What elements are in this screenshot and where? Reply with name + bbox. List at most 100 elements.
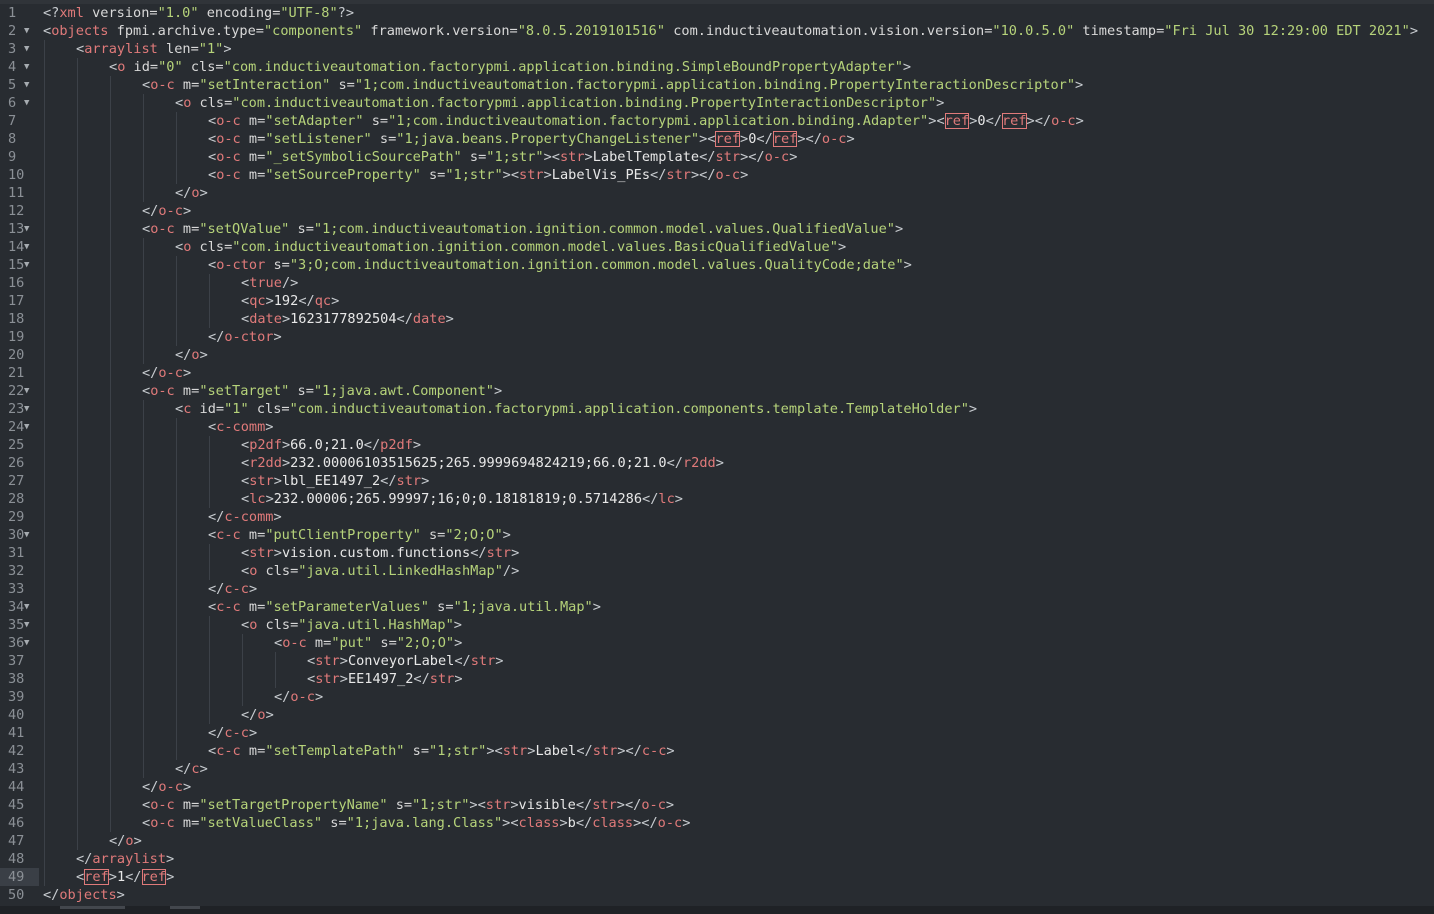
punctuation: > xyxy=(740,131,749,147)
code-line[interactable]: 38 <str>EE1497_2</str> xyxy=(0,670,1434,688)
code-line[interactable]: 7 <o-c m="setAdapter" s="1;com.inductivea… xyxy=(0,112,1434,130)
punctuation: < xyxy=(208,743,217,759)
indent-guide xyxy=(44,76,45,94)
code-line[interactable]: 45 <o-c m="setTargetPropertyName" s="1;st… xyxy=(0,796,1434,814)
triangle-down-icon[interactable]: ▼ xyxy=(24,598,29,616)
triangle-down-icon[interactable]: ▼ xyxy=(24,40,29,58)
indent-guide xyxy=(44,346,45,364)
code-line[interactable]: 24 ▼ <c-comm> xyxy=(0,418,1434,436)
code-line[interactable]: 16 <true/> xyxy=(0,274,1434,292)
string-value: "1;str" xyxy=(445,167,503,183)
tag-name: o xyxy=(125,833,134,849)
triangle-down-icon[interactable]: ▼ xyxy=(24,256,29,274)
code-line[interactable]: 39 </o-c> xyxy=(0,688,1434,706)
code-line[interactable]: 46 <o-c m="setValueClass" s="1;java.lang.… xyxy=(0,814,1434,832)
code-line[interactable]: 27 <str>lbl_EE1497_2</str> xyxy=(0,472,1434,490)
triangle-down-icon[interactable]: ▼ xyxy=(24,22,29,40)
code-line[interactable]: 34 ▼ <c-c m="setParameterValues" s="1;java… xyxy=(0,598,1434,616)
tag-name: p2df xyxy=(380,437,413,453)
attribute: s= xyxy=(420,167,446,183)
line-number: 47 xyxy=(8,833,25,849)
punctuation: </ xyxy=(43,887,60,903)
triangle-down-icon[interactable]: ▼ xyxy=(24,382,29,400)
code-line[interactable]: 50 </objects> xyxy=(0,886,1434,904)
code-line[interactable]: 37 <str>ConveyorLabel</str> xyxy=(0,652,1434,670)
indent-guide xyxy=(110,148,111,166)
code-line[interactable]: 28 <lc>232.00006;265.99997;16;0;0.1818181… xyxy=(0,490,1434,508)
code-line[interactable]: 22 ▼ <o-c m="setTarget" s="1;java.awt.Comp… xyxy=(0,382,1434,400)
indent-guide xyxy=(77,220,78,238)
punctuation: < xyxy=(241,311,250,327)
code-line[interactable]: 30 ▼ <c-c m="putClientProperty" s="2;O;O"> xyxy=(0,526,1434,544)
triangle-down-icon[interactable]: ▼ xyxy=(24,634,29,652)
code-line[interactable]: 31 <str>vision.custom.functions</str> xyxy=(0,544,1434,562)
triangle-down-icon[interactable]: ▼ xyxy=(24,238,29,256)
triangle-down-icon[interactable]: ▼ xyxy=(24,94,29,112)
code-line[interactable]: 26 <r2dd>232.00006103515625;265.999969482… xyxy=(0,454,1434,472)
code-line[interactable]: 17 <qc>192</qc> xyxy=(0,292,1434,310)
code-line[interactable]: 33 </c-c> xyxy=(0,580,1434,598)
code-line[interactable]: 48 </arraylist> xyxy=(0,850,1434,868)
code-line[interactable]: 36 ▼ <o-c m="put" s="2;O;O"> xyxy=(0,634,1434,652)
code-line[interactable]: 5 ▼ <o-c m="setInteraction" s="1;com.induc… xyxy=(0,76,1434,94)
text-content: ConveyorLabel xyxy=(347,653,455,669)
code-text: </o-c> xyxy=(142,778,191,796)
code-line[interactable]: 21 </o-c> xyxy=(0,364,1434,382)
code-line[interactable]: 10 <o-c m="setSourceProperty" s="1;str"><… xyxy=(0,166,1434,184)
code-line[interactable]: 42 <c-c m="setTemplatePath" s="1;str"><st… xyxy=(0,742,1434,760)
code-line[interactable]: 8 <o-c m="setListener" s="1;java.beans.Pr… xyxy=(0,130,1434,148)
code-line[interactable]: 32 <o cls="java.util.LinkedHashMap"/> xyxy=(0,562,1434,580)
code-line[interactable]: 4 ▼ <o id="0" cls="com.inductiveautomation… xyxy=(0,58,1434,76)
indent-guide xyxy=(77,472,78,490)
code-line[interactable]: 40 </o> xyxy=(0,706,1434,724)
line-number: 10 xyxy=(8,167,25,183)
tag-name: str xyxy=(592,743,618,759)
string-value: "3;O;com.inductiveautomation.ignition.co… xyxy=(289,257,904,273)
code-line[interactable]: 29 </c-comm> xyxy=(0,508,1434,526)
line-gutter: 15 ▼ xyxy=(0,256,39,274)
code-line[interactable]: 43 </c> xyxy=(0,760,1434,778)
line-gutter: 7 xyxy=(0,112,39,130)
indent-guide xyxy=(110,112,111,130)
code-text: <objects fpmi.archive.type="components" … xyxy=(43,22,1418,40)
punctuation: </ xyxy=(109,833,126,849)
code-text: <str>vision.custom.functions</str> xyxy=(241,544,519,562)
code-line[interactable]: 13 ▼ <o-c m="setQValue" s="1;com.inductive… xyxy=(0,220,1434,238)
indent-guide xyxy=(77,814,78,832)
code-editor[interactable]: 1 <?xml version="1.0" encoding="UTF-8"?> 2… xyxy=(0,4,1434,906)
code-line[interactable]: 44 </o-c> xyxy=(0,778,1434,796)
code-line[interactable]: 49 <ref>1</ref> xyxy=(0,868,1434,886)
code-line[interactable]: 12 </o-c> xyxy=(0,202,1434,220)
code-line[interactable]: 1 <?xml version="1.0" encoding="UTF-8"?> xyxy=(0,4,1434,22)
code-line[interactable]: 19 </o-ctor> xyxy=(0,328,1434,346)
code-line[interactable]: 20 </o> xyxy=(0,346,1434,364)
indent-guide xyxy=(143,436,144,454)
code-line[interactable]: 6 ▼ <o cls="com.inductiveautomation.factor… xyxy=(0,94,1434,112)
triangle-down-icon[interactable]: ▼ xyxy=(24,400,29,418)
code-line[interactable]: 2 ▼ <objects fpmi.archive.type="components… xyxy=(0,22,1434,40)
code-line[interactable]: 11 </o> xyxy=(0,184,1434,202)
code-line[interactable]: 25 <p2df>66.0;21.0</p2df> xyxy=(0,436,1434,454)
code-line[interactable]: 35 ▼ <o cls="java.util.HashMap"> xyxy=(0,616,1434,634)
triangle-down-icon[interactable]: ▼ xyxy=(24,58,29,76)
code-line[interactable]: 23 ▼ <c id="1" cls="com.inductiveautomatio… xyxy=(0,400,1434,418)
triangle-down-icon[interactable]: ▼ xyxy=(24,616,29,634)
indent-guide xyxy=(176,652,177,670)
code-line[interactable]: 47 </o> xyxy=(0,832,1434,850)
code-line[interactable]: 18 <date>1623177892504</date> xyxy=(0,310,1434,328)
code-line[interactable]: 9 <o-c m="_setSymbolicSourcePath" s="1;st… xyxy=(0,148,1434,166)
triangle-down-icon[interactable]: ▼ xyxy=(24,220,29,238)
triangle-down-icon[interactable]: ▼ xyxy=(24,76,29,94)
code-line[interactable]: 41 </c-c> xyxy=(0,724,1434,742)
attribute: m= xyxy=(174,77,200,93)
indent-guide xyxy=(110,454,111,472)
code-line[interactable]: 15 ▼ <o-ctor s="3;O;com.inductiveautomatio… xyxy=(0,256,1434,274)
line-number: 7 xyxy=(8,113,17,129)
punctuation: > xyxy=(281,455,291,471)
line-number: 48 xyxy=(8,851,25,867)
triangle-down-icon[interactable]: ▼ xyxy=(24,418,29,436)
code-line[interactable]: 14 ▼ <o cls="com.inductiveautomation.ignit… xyxy=(0,238,1434,256)
code-line[interactable]: 3 ▼ <arraylist len="1"> xyxy=(0,40,1434,58)
horizontal-scrollbar[interactable] xyxy=(0,906,1434,914)
triangle-down-icon[interactable]: ▼ xyxy=(24,526,29,544)
